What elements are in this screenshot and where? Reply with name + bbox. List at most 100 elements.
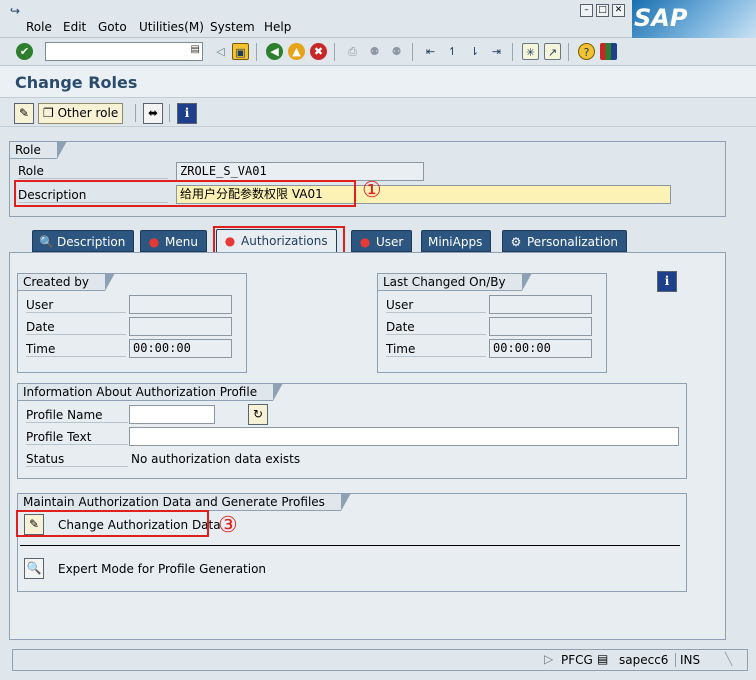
last-page-icon[interactable]: ⇥ (488, 43, 505, 60)
new-session-icon[interactable]: ✳ (522, 43, 539, 60)
created-by-group: Created by User Date Time 00:00:00 (17, 273, 247, 373)
info-icon[interactable]: i (657, 271, 677, 292)
role-field[interactable]: ZROLE_S_VA01 (176, 162, 424, 181)
status-system-icon[interactable]: ▤ (597, 652, 608, 666)
changed-time-label: Time (386, 342, 486, 357)
last-changed-title: Last Changed On/By (377, 273, 532, 291)
role-label: Role (18, 164, 168, 179)
find-next-icon[interactable]: ⚉ (388, 43, 405, 60)
print-icon[interactable]: ⎙ (344, 43, 361, 60)
display-change-icon[interactable]: ✎ (14, 103, 34, 124)
annotation-1: ① (362, 178, 382, 203)
tab-personalization[interactable]: ⚙ Personalization (502, 230, 627, 252)
tab-personalization-label: Personalization (527, 235, 618, 249)
search-icon: 🔍 (39, 235, 54, 249)
menu-goto[interactable]: Goto (98, 20, 127, 34)
cancel-icon[interactable]: ✖ (310, 43, 327, 60)
back-arrow-icon[interactable]: ◁ (212, 43, 229, 60)
expert-mode-icon[interactable]: 🔍 (24, 558, 44, 579)
created-user-label: User (26, 298, 126, 313)
menu-help[interactable]: Help (264, 20, 291, 34)
last-changed-group: Last Changed On/By User Date Time 00:00:… (377, 273, 607, 373)
changed-user-label: User (386, 298, 486, 313)
other-role-button[interactable]: ❐ Other role (38, 103, 124, 124)
menu-system[interactable]: System (210, 20, 255, 34)
first-page-icon[interactable]: ⇤ (422, 43, 439, 60)
profile-info-group: Information About Authorization Profile … (17, 383, 687, 479)
history-dropdown-icon[interactable]: ▤ (191, 44, 200, 55)
tab-menu-label: Menu (165, 235, 198, 249)
personalization-icon: ⚙ (510, 235, 522, 249)
created-user-field (129, 295, 232, 314)
changed-user-field (489, 295, 592, 314)
generate-name-icon[interactable]: ↻ (248, 404, 268, 425)
status-red-icon: ● (359, 235, 371, 249)
close-icon[interactable]: ✕ (612, 4, 625, 17)
profile-name-field[interactable] (129, 405, 215, 424)
created-by-title: Created by (17, 273, 116, 291)
created-date-label: Date (26, 320, 126, 335)
shortcut-icon[interactable]: ↗ (544, 43, 561, 60)
status-label: Status (26, 452, 128, 467)
status-server: sapecc6 (619, 653, 669, 667)
role-group-title: Role (9, 141, 67, 159)
tab-description[interactable]: 🔍 Description (32, 230, 135, 252)
window-controls: – □ ✕ (580, 4, 625, 17)
created-time-field: 00:00:00 (129, 339, 232, 358)
annotation-3: ③ (218, 513, 238, 538)
page-title: Change Roles (15, 73, 138, 92)
application-toolbar: ✎ ❐ Other role ⬌ i (0, 99, 756, 127)
tab-user-label: User (376, 235, 404, 249)
maintain-group: Maintain Authorization Data and Generate… (17, 493, 687, 592)
other-role-label: Other role (57, 106, 119, 120)
sap-logo: SAP (632, 0, 756, 38)
created-time-label: Time (26, 342, 126, 357)
back-icon[interactable]: ◀ (266, 43, 283, 60)
maximize-icon[interactable]: □ (596, 4, 609, 17)
menu-utilities[interactable]: Utilities(M) (139, 20, 204, 34)
expert-mode-button[interactable]: Expert Mode for Profile Generation (58, 562, 266, 576)
profile-name-label: Profile Name (26, 408, 128, 423)
minimize-icon[interactable]: – (580, 4, 593, 17)
info-icon[interactable]: i (177, 103, 197, 124)
title-bar: Change Roles (0, 66, 756, 98)
status-red-icon: ● (148, 235, 160, 249)
system-menu-icon[interactable]: ↪ (10, 4, 20, 18)
status-program: PFCG (561, 653, 593, 667)
tab-menu[interactable]: ● Menu (140, 230, 207, 252)
profile-text-field[interactable] (129, 427, 679, 446)
maintain-title: Maintain Authorization Data and Generate… (17, 493, 351, 511)
sap-logo-text: SAP (634, 4, 688, 32)
find-icon[interactable]: ⚉ (366, 43, 383, 60)
menu-edit[interactable]: Edit (63, 20, 86, 34)
changed-date-label: Date (386, 320, 486, 335)
customize-layout-icon[interactable] (600, 43, 617, 60)
next-page-icon[interactable]: ⇂ (466, 43, 483, 60)
resize-grip-icon: ╲ (725, 652, 733, 666)
highlight-box-3 (16, 510, 209, 537)
tab-miniapps[interactable]: MiniApps (421, 230, 492, 252)
other-role-icon: ❐ (43, 106, 54, 120)
previous-page-icon[interactable]: ↿ (444, 43, 461, 60)
changed-date-field (489, 317, 592, 336)
status-value: No authorization data exists (131, 452, 301, 466)
hierarchy-icon[interactable]: ⬌ (143, 103, 163, 124)
highlight-box-1 (14, 180, 356, 207)
enter-icon[interactable]: ✔ (16, 43, 33, 60)
status-expand-icon[interactable]: ▷ (544, 652, 553, 666)
tab-miniapps-label: MiniApps (428, 235, 483, 249)
exit-icon[interactable]: ▲ (288, 43, 305, 60)
standard-toolbar: ✔ ▤ ◁ ▣ ◀ ▲ ✖ ⎙ ⚉ ⚉ ⇤ ↿ ⇂ ⇥ ✳ ↗ ? (0, 38, 756, 66)
status-mode: INS (675, 653, 700, 667)
tab-description-label: Description (57, 235, 126, 249)
status-bar: ▷ PFCG ▤ sapecc6 INS ╲ (12, 649, 748, 671)
changed-time-field: 00:00:00 (489, 339, 592, 358)
tab-user[interactable]: ● User (351, 230, 413, 252)
command-input[interactable] (46, 43, 186, 60)
profile-text-label: Profile Text (26, 430, 128, 445)
command-field[interactable]: ▤ (45, 42, 203, 61)
help-icon[interactable]: ? (578, 43, 595, 60)
menu-role[interactable]: Role (26, 20, 52, 34)
created-date-field (129, 317, 232, 336)
save-icon[interactable]: ▣ (232, 43, 249, 60)
